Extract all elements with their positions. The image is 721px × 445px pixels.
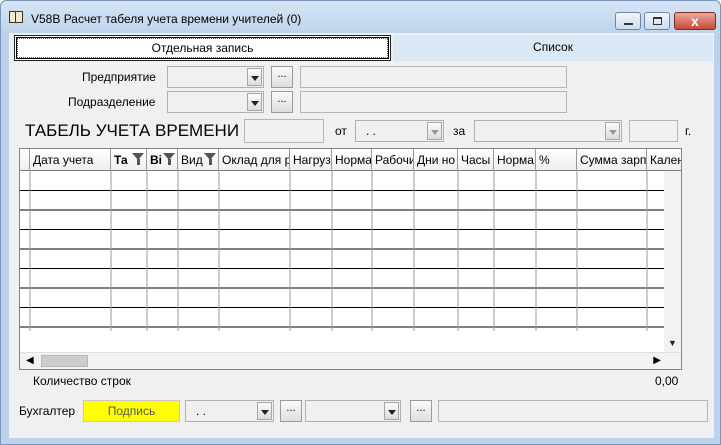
rows-count-label: Количество строк: [33, 374, 131, 388]
year-input[interactable]: [629, 120, 678, 142]
column-header[interactable]: Оклад для р: [219, 149, 290, 171]
department-label: Подразделение: [68, 95, 156, 109]
column-header-label: Норма: [497, 153, 534, 167]
column-header-label: Вид: [181, 153, 203, 167]
timesheet-number-input[interactable]: [244, 119, 324, 143]
accountant-lookup-button[interactable]: ...: [410, 400, 432, 422]
accountant-date-lookup-button[interactable]: ...: [280, 400, 302, 422]
chevron-down-icon[interactable]: [247, 93, 262, 111]
period-select[interactable]: [474, 120, 622, 142]
chevron-down-icon[interactable]: [247, 68, 262, 86]
chevron-down-icon[interactable]: ▼: [668, 338, 677, 348]
column-header[interactable]: Дни но: [414, 149, 458, 171]
chevron-left-icon[interactable]: ◀: [26, 355, 34, 366]
from-label: от: [335, 124, 347, 138]
column-header[interactable]: Та: [111, 149, 147, 171]
signature-button[interactable]: Подпись: [83, 400, 180, 422]
accountant-name-field: [438, 400, 708, 422]
department-lookup-button[interactable]: ...: [271, 91, 293, 113]
column-header[interactable]: Сумма зарпл: [577, 149, 647, 171]
form-client-area: Отдельная запись Список Предприятие ... …: [9, 33, 714, 438]
book-icon: [9, 11, 23, 23]
horizontal-scroll-thumb[interactable]: [41, 355, 88, 367]
close-button[interactable]: x: [674, 12, 716, 30]
column-header[interactable]: Норма: [494, 149, 536, 171]
accountant-label: Бухгалтер: [19, 404, 76, 418]
column-header-label: Нагрузк: [293, 153, 332, 167]
enterprise-select[interactable]: [167, 66, 264, 88]
timesheet-heading: ТАБЕЛЬ УЧЕТА ВРЕМЕНИ №: [25, 121, 263, 140]
column-header-label: Дни но: [417, 153, 456, 167]
column-header-label: Вi: [150, 153, 162, 167]
grid-rows[interactable]: [20, 171, 681, 331]
column-header-label: Та: [114, 153, 128, 167]
total-value: 0,00: [655, 374, 679, 388]
horizontal-scrollbar[interactable]: ◀ ▶: [20, 352, 681, 369]
chevron-down-icon[interactable]: [605, 122, 620, 140]
column-header[interactable]: Вид: [178, 149, 219, 171]
date-from-select[interactable]: . .: [355, 120, 444, 142]
accountant-date-value: . .: [196, 404, 207, 418]
filter-icon[interactable]: [163, 153, 175, 165]
column-header-label: Норма: [335, 153, 372, 167]
column-header[interactable]: Рабочи: [372, 149, 414, 171]
for-label: за: [453, 124, 466, 138]
enterprise-lookup-button[interactable]: ...: [271, 66, 293, 88]
grid-header: Дата учета Та Вi Вид Оклад для р Нагрузк Норма…: [20, 149, 681, 171]
column-header-label: %: [539, 153, 550, 167]
column-header[interactable]: Календ: [647, 149, 681, 171]
title-bar[interactable]: V58B Расчет табеля учета времени учителе…: [1, 1, 720, 33]
tab-record[interactable]: Отдельная запись: [14, 35, 391, 61]
column-header-label: Дата учета: [33, 153, 94, 167]
department-select[interactable]: [167, 91, 264, 113]
filter-icon[interactable]: [132, 153, 144, 165]
column-header-label: Часы: [461, 153, 491, 167]
chevron-right-icon[interactable]: ▶: [653, 355, 661, 366]
vertical-scrollbar[interactable]: ▼: [664, 171, 681, 352]
column-header-label: Рабочи: [375, 153, 414, 167]
maximize-button[interactable]: [644, 12, 670, 30]
year-suffix-label: г.: [685, 124, 692, 138]
accountant-date-select[interactable]: . .: [185, 400, 274, 422]
accountant-select[interactable]: [305, 400, 401, 422]
filter-icon[interactable]: [204, 153, 216, 165]
column-header[interactable]: Норма: [332, 149, 372, 171]
timesheet-grid[interactable]: Дата учета Та Вi Вид Оклад для р Нагрузк Норма…: [19, 148, 682, 370]
column-header[interactable]: Дата учета: [30, 149, 111, 171]
window-title: V58B Расчет табеля учета времени учителе…: [31, 12, 302, 26]
column-header[interactable]: Вi: [147, 149, 178, 171]
column-header-label: Оклад для р: [222, 153, 290, 167]
chevron-down-icon[interactable]: [427, 122, 442, 140]
chevron-down-icon[interactable]: [257, 402, 272, 420]
app-window: V58B Расчет табеля учета времени учителе…: [0, 0, 721, 445]
column-header[interactable]: Нагрузк: [290, 149, 332, 171]
row-selector-header: [20, 149, 30, 171]
tab-list[interactable]: Список: [393, 35, 713, 61]
enterprise-label: Предприятие: [82, 70, 156, 84]
column-header[interactable]: %: [536, 149, 577, 171]
date-from-value: . .: [366, 124, 377, 138]
minimize-icon: [624, 23, 633, 25]
department-name-field: [300, 91, 567, 113]
maximize-icon: [653, 17, 662, 25]
chevron-down-icon[interactable]: [384, 402, 399, 420]
close-icon: x: [691, 13, 699, 29]
column-header[interactable]: Часы: [458, 149, 494, 171]
column-header-label: Сумма зарпл: [580, 153, 647, 167]
minimize-button[interactable]: [615, 12, 641, 30]
enterprise-name-field: [300, 66, 567, 88]
column-header-label: Календ: [650, 153, 681, 167]
